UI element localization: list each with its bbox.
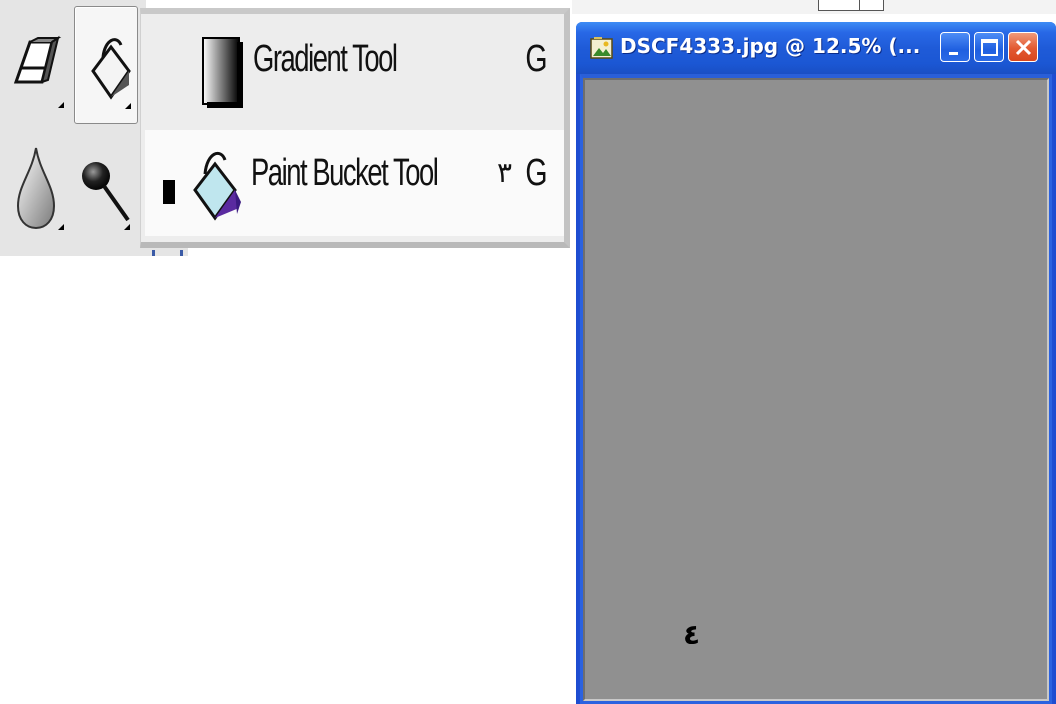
minimize-button[interactable] — [940, 32, 970, 62]
window-title: DSCF4333.jpg @ 12.5% (... — [620, 34, 921, 58]
menu-item-shortcut: G — [525, 152, 548, 194]
close-button[interactable] — [1008, 32, 1038, 62]
document-window: DSCF4333.jpg @ 12.5% (... ٤ — [576, 22, 1056, 704]
menu-item-label: Paint Bucket Tool — [251, 152, 439, 194]
burn-tool[interactable] — [74, 128, 136, 244]
annotation-number: ٣ — [496, 156, 512, 189]
menu-item-gradient-tool[interactable]: Gradient Tool G — [145, 18, 564, 124]
minimize-icon — [949, 52, 958, 55]
eraser-icon — [13, 35, 64, 108]
menu-item-label: Gradient Tool — [253, 38, 398, 80]
blur-drop-icon — [16, 147, 64, 230]
paint-bucket-tool[interactable] — [74, 6, 138, 124]
menu-item-shortcut: G — [525, 38, 548, 80]
background-window-edge — [572, 0, 1056, 14]
canvas-frame — [583, 78, 1049, 701]
blur-tool[interactable] — [8, 128, 70, 244]
maximize-icon — [981, 39, 998, 56]
burn-tool-icon — [82, 162, 130, 230]
toolbox — [0, 0, 146, 256]
menu-item-paint-bucket-tool[interactable]: Paint Bucket Tool ٣ G — [145, 130, 564, 236]
current-tool-marker — [163, 180, 175, 204]
close-icon — [1015, 39, 1032, 56]
paint-bucket-icon — [91, 38, 131, 109]
image-file-icon — [590, 37, 613, 59]
annotation-number: ٤ — [683, 618, 701, 651]
gradient-icon — [202, 37, 243, 108]
document-canvas[interactable]: ٤ — [580, 74, 1052, 704]
tool-flyout-menu: Gradient Tool G Paint Bucket Tool ٣ G — [140, 8, 570, 248]
window-titlebar[interactable]: DSCF4333.jpg @ 12.5% (... — [576, 22, 1056, 74]
eraser-tool[interactable] — [8, 6, 70, 122]
maximize-button[interactable] — [974, 32, 1004, 62]
paint-bucket-icon — [193, 151, 241, 221]
